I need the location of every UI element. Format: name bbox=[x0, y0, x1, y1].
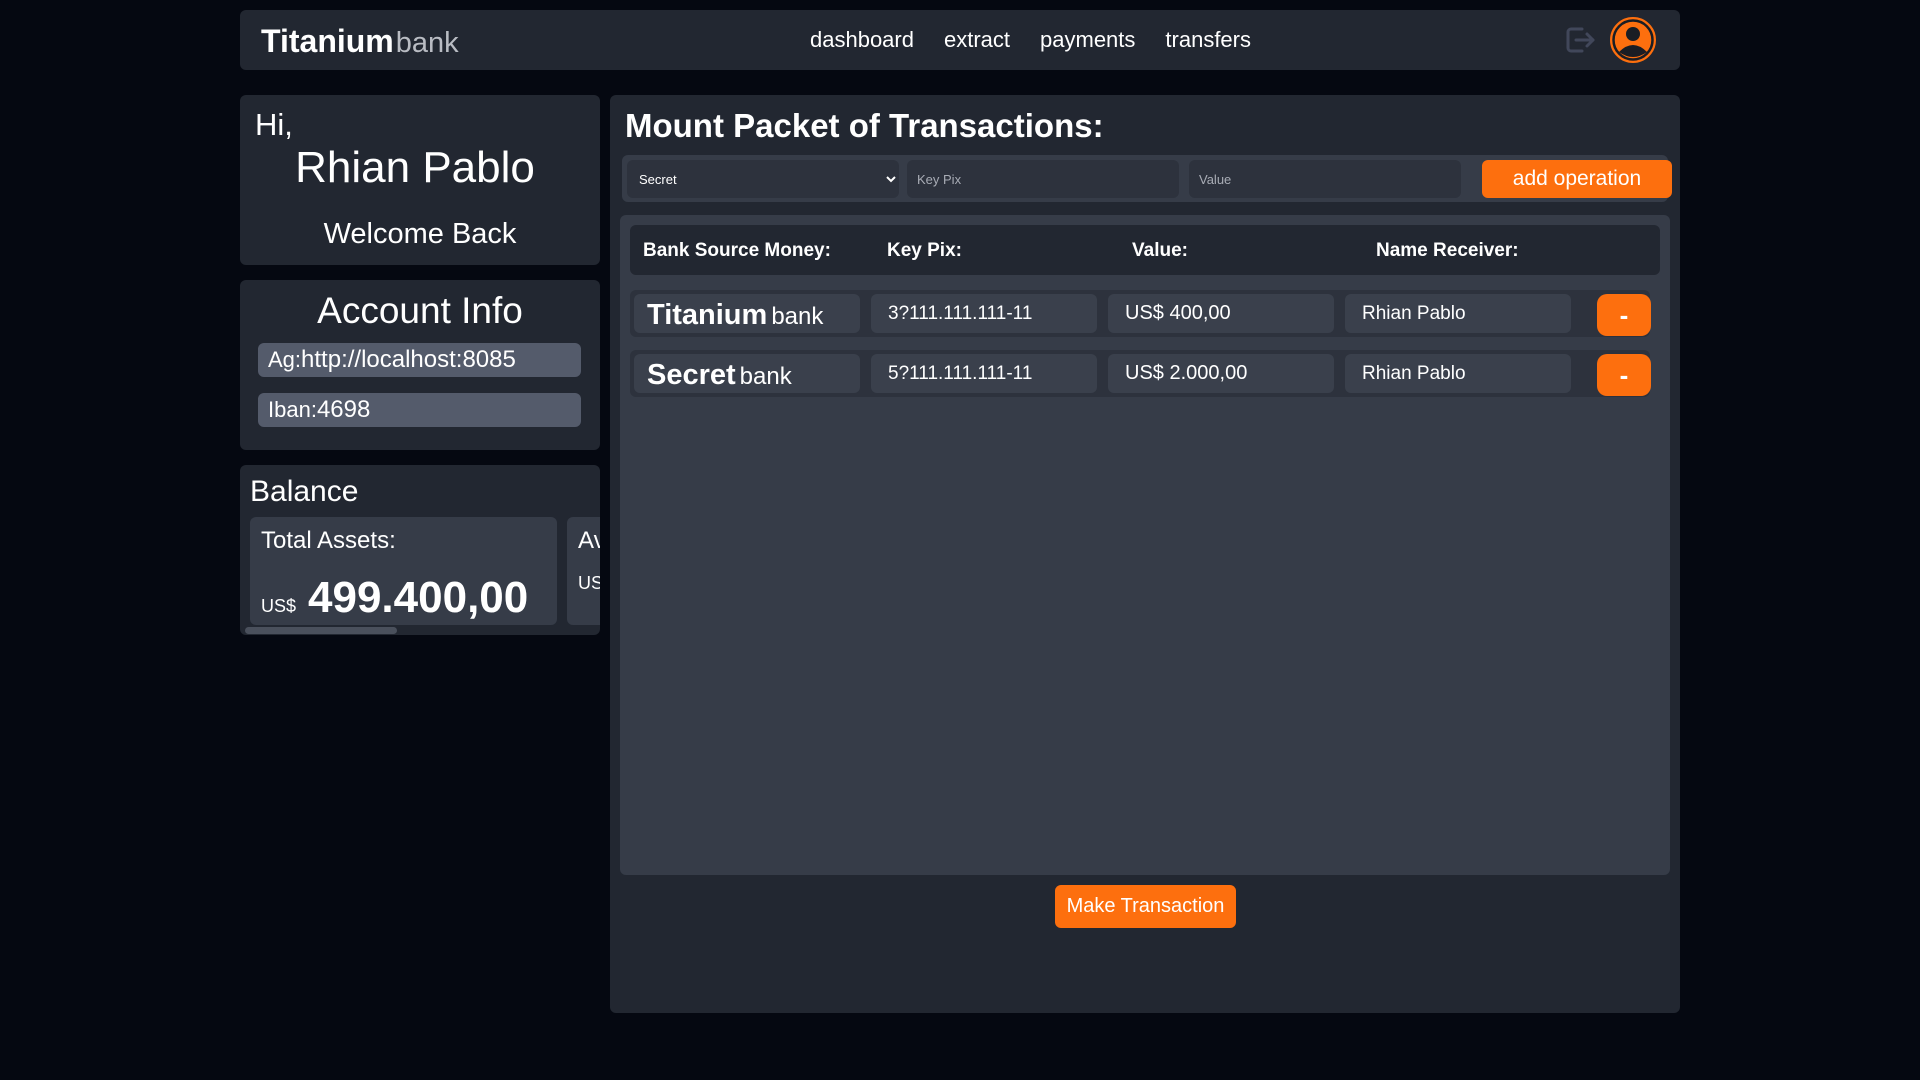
column-key-pix: Key Pix: bbox=[887, 240, 962, 261]
total-assets-value: 499.400,00 bbox=[308, 573, 529, 622]
user-name: Rhian Pablo bbox=[295, 143, 535, 192]
row-key-pix: 3?111.111.111-11 bbox=[871, 294, 1097, 333]
balance-title: Balance bbox=[250, 475, 359, 508]
balance-card: Balance Total Assets: US$ 499.400,00 Av … bbox=[240, 465, 600, 635]
bank-source-select[interactable]: Secret bbox=[627, 160, 899, 198]
account-info-card: Account Info Ag: http://localhost:8085 I… bbox=[240, 280, 600, 450]
balance-horizontal-scrollbar[interactable] bbox=[245, 627, 397, 634]
row-bank-name-light: bank bbox=[771, 303, 824, 330]
value-input[interactable] bbox=[1189, 160, 1461, 198]
key-pix-input[interactable] bbox=[907, 160, 1179, 198]
row-value: US$ 400,00 bbox=[1108, 294, 1334, 333]
row-value: US$ 2.000,00 bbox=[1108, 354, 1334, 393]
total-assets-box: Total Assets: US$ 499.400,00 bbox=[250, 517, 557, 625]
greeting-card: Hi, Rhian Pablo Welcome Back bbox=[240, 95, 600, 265]
row-bank-source: Titanium bank bbox=[634, 294, 860, 333]
column-value: Value: bbox=[1132, 240, 1188, 261]
nav-transfers[interactable]: transfers bbox=[1165, 27, 1251, 53]
welcome-text: Welcome Back bbox=[323, 218, 517, 250]
nav-extract[interactable]: extract bbox=[944, 27, 1010, 53]
iban-field: Iban: 4698 bbox=[258, 393, 581, 427]
total-assets-label: Total Assets: bbox=[261, 527, 396, 554]
agency-prefix: Ag: bbox=[268, 347, 302, 372]
brand-name-light: bank bbox=[395, 27, 459, 59]
agency-value: http://localhost:8085 bbox=[301, 346, 516, 373]
iban-prefix: Iban: bbox=[268, 397, 317, 422]
available-assets-amount: US bbox=[578, 573, 600, 594]
operation-form: Secret add operation bbox=[622, 155, 1672, 202]
row-bank-name-strong: Secret bbox=[647, 359, 736, 391]
transactions-panel: Mount Packet of Transactions: Secret add… bbox=[610, 95, 1680, 1013]
row-receiver: Rhian Pablo bbox=[1345, 294, 1571, 333]
account-info-title: Account Info bbox=[317, 290, 523, 331]
available-assets-currency: US bbox=[578, 573, 600, 593]
table-row: Secret bank 5?111.111.111-11 US$ 2.000,0… bbox=[630, 350, 1651, 397]
row-bank-source: Secret bank bbox=[634, 354, 860, 393]
remove-row-button[interactable]: - bbox=[1597, 294, 1651, 336]
nav-dashboard[interactable]: dashboard bbox=[810, 27, 914, 53]
available-assets-box: Av US bbox=[567, 517, 600, 625]
brand-logo[interactable]: Titanium bank bbox=[261, 23, 459, 60]
row-key-pix: 5?111.111.111-11 bbox=[871, 354, 1097, 393]
table-row: Titanium bank 3?111.111.111-11 US$ 400,0… bbox=[630, 290, 1651, 337]
total-assets-currency: US$ bbox=[261, 596, 297, 616]
transactions-list: Bank Source Money: Key Pix: Value: Name … bbox=[620, 215, 1670, 875]
page-title: Mount Packet of Transactions: bbox=[625, 107, 1104, 144]
make-transaction-button[interactable]: Make Transaction bbox=[1055, 885, 1236, 928]
add-operation-button[interactable]: add operation bbox=[1482, 160, 1672, 198]
row-bank-name-light: bank bbox=[739, 363, 792, 390]
logout-icon[interactable] bbox=[1563, 23, 1597, 57]
greeting-hi: Hi, bbox=[255, 107, 293, 142]
remove-row-button[interactable]: - bbox=[1597, 354, 1651, 396]
column-bank-source: Bank Source Money: bbox=[643, 240, 831, 261]
total-assets-amount: US$ 499.400,00 bbox=[261, 573, 528, 623]
main-nav: dashboard extract payments transfers bbox=[810, 27, 1251, 53]
brand-name-strong: Titanium bbox=[261, 23, 394, 59]
row-receiver: Rhian Pablo bbox=[1345, 354, 1571, 393]
user-avatar-icon[interactable] bbox=[1609, 16, 1657, 64]
row-bank-name-strong: Titanium bbox=[647, 299, 768, 331]
iban-value: 4698 bbox=[316, 396, 371, 423]
nav-payments[interactable]: payments bbox=[1040, 27, 1135, 53]
available-assets-label: Av bbox=[578, 527, 600, 554]
top-navbar: Titanium bank dashboard extract payments… bbox=[240, 10, 1680, 70]
agency-field: Ag: http://localhost:8085 bbox=[258, 343, 581, 377]
column-name-receiver: Name Receiver: bbox=[1376, 240, 1519, 261]
transactions-table-header: Bank Source Money: Key Pix: Value: Name … bbox=[630, 225, 1660, 275]
